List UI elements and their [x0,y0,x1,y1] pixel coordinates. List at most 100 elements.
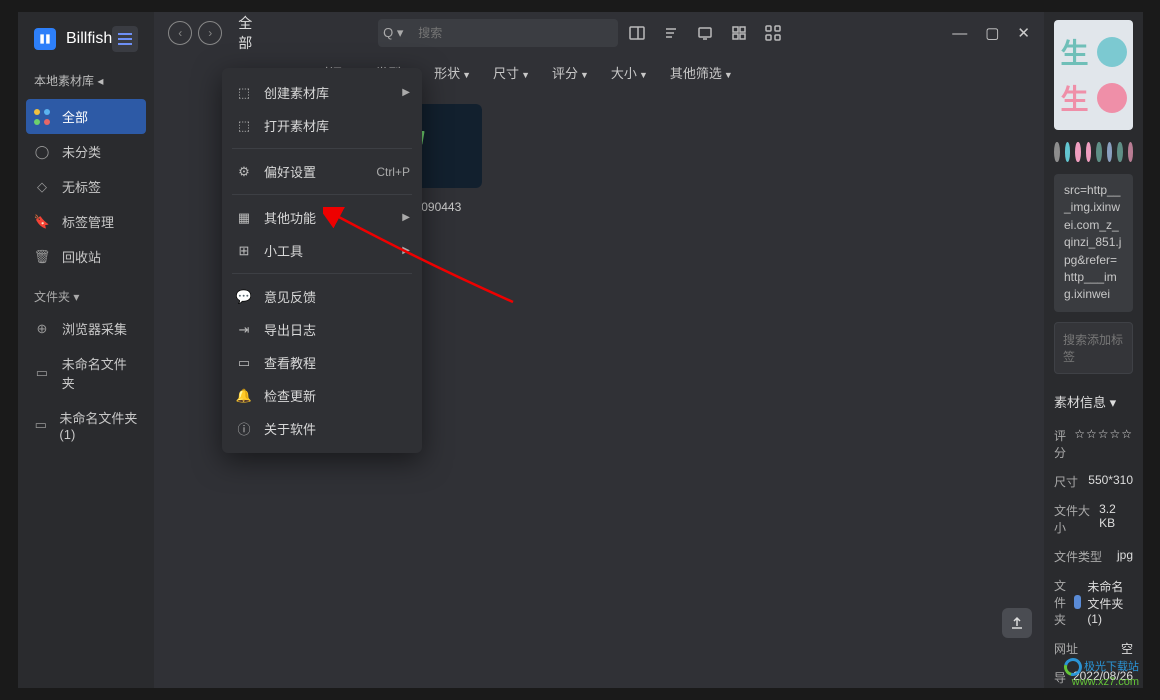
folder-icon: ▭ [34,417,47,433]
app-logo [34,28,56,50]
folder-icon: ▭ [34,365,50,381]
menu-tools[interactable]: ⊞小工具▶ [222,234,422,267]
search-scope-button[interactable]: Q ▾ [378,19,408,47]
all-icon [34,109,50,125]
menu-check-update[interactable]: 🔔检查更新 [222,379,422,412]
sidebar-item-trash[interactable]: 🗑 回收站 [18,239,154,274]
watermark: 极光下载站 www.xz7.com [1064,658,1139,688]
sidebar-folder-unnamed-1[interactable]: ▭ 未命名文件夹(1) [18,400,154,450]
menu-separator [232,194,412,195]
app-name: Billfish [66,30,112,48]
color-swatch[interactable] [1075,142,1081,162]
filter-other[interactable]: 其他筛选▼ [670,63,733,82]
folder-chip-icon [1074,595,1081,609]
color-swatch[interactable] [1054,142,1060,162]
rating-stars[interactable]: ☆☆☆☆☆ [1074,427,1133,461]
menu-export-log[interactable]: ⇥导出日志 [222,313,422,346]
menu-other-features[interactable]: ▦其他功能▶ [222,201,422,234]
untagged-icon: ◇ [34,179,50,195]
chevron-right-icon: ▶ [402,212,410,223]
nav-back-button[interactable]: ‹ [168,21,192,45]
info-header[interactable]: 素材信息 ▾ [1054,392,1133,411]
sidebar-folder-label: 未命名文件夹 [62,354,139,392]
menu-separator [232,148,412,149]
menu-open-library[interactable]: ⬚打开素材库 [222,109,422,142]
sidebar-folder-label: 浏览器采集 [62,319,127,338]
color-swatch[interactable] [1065,142,1071,162]
sidebar-folder-label: 未命名文件夹(1) [59,408,138,442]
inspector-panel: 生 生 src=http___img.ixinwei.com_z_qinzi_8… [1044,12,1143,688]
chat-icon: 💬 [236,289,252,305]
color-swatch[interactable] [1107,142,1113,162]
info-folder: 文件夹未命名文件夹(1) [1054,571,1133,634]
chevron-right-icon: ▶ [402,87,410,98]
menu-separator [232,273,412,274]
nav-forward-button[interactable]: › [198,21,222,45]
folders-section-label[interactable]: 文件夹 ▾ [18,274,154,311]
sidebar-item-label: 回收站 [62,247,101,266]
menu-create-library[interactable]: ⬚创建素材库▶ [222,76,422,109]
filter-shape[interactable]: 形状▼ [434,63,471,82]
info-rating: 评分☆☆☆☆☆ [1054,421,1133,467]
grid-view-icon[interactable] [730,24,748,42]
sidebar-folder-browser[interactable]: ⊕ 浏览器采集 [18,311,154,346]
grid-icon: ▦ [236,210,252,226]
sidebar-item-label: 未分类 [62,142,101,161]
hamburger-dropdown-menu: ⬚创建素材库▶ ⬚打开素材库 ⚙偏好设置Ctrl+P ▦其他功能▶ ⊞小工具▶ … [222,68,422,453]
preview-icon-1 [1097,37,1127,67]
color-swatch[interactable] [1128,142,1134,162]
filter-rating[interactable]: 评分▼ [552,63,589,82]
panel-toggle-icon[interactable] [628,24,646,42]
color-swatch[interactable] [1096,142,1102,162]
apps-icon[interactable] [764,24,782,42]
color-swatches [1054,142,1133,162]
tag-icon: 🔖 [34,214,50,230]
preview-icon-2 [1097,83,1127,113]
sidebar-item-label: 标签管理 [62,212,114,231]
sidebar-item-tags[interactable]: 🔖 标签管理 [18,204,154,239]
trash-icon: 🗑 [34,249,50,265]
window-close-button[interactable]: ✕ [1017,24,1030,42]
menu-about[interactable]: ⓘ关于软件 [222,412,422,445]
chevron-right-icon: ▶ [402,245,410,256]
export-icon: ⇥ [236,322,252,338]
filter-size[interactable]: 尺寸▼ [493,63,530,82]
search-input[interactable] [408,19,618,47]
filter-filesize[interactable]: 大小▼ [611,63,648,82]
window-maximize-button[interactable]: ▢ [985,24,999,42]
sidebar-folder-unnamed[interactable]: ▭ 未命名文件夹 [18,346,154,400]
tag-input[interactable]: 搜索添加标签 [1054,322,1133,374]
bell-icon: 🔔 [236,388,252,404]
gear-icon: ⚙ [236,164,252,180]
cube-icon: ⬚ [236,85,252,101]
info-filesize: 文件大小3.2 KB [1054,496,1133,542]
sidebar-item-untagged[interactable]: ◇ 无标签 [18,169,154,204]
sidebar-item-label: 无标签 [62,177,101,196]
sidebar-item-label: 全部 [62,107,88,126]
hamburger-menu-button[interactable] [112,26,138,52]
sidebar-item-uncategorized[interactable]: ◯ 未分类 [18,134,154,169]
display-icon[interactable] [696,24,714,42]
preview-image: 生 生 [1054,20,1133,130]
sidebar-item-all[interactable]: 全部 [26,99,146,134]
color-swatch[interactable] [1117,142,1123,162]
menu-feedback[interactable]: 💬意见反馈 [222,280,422,313]
book-icon: ▭ [236,355,252,371]
info-icon: ⓘ [236,419,252,438]
export-float-button[interactable] [1002,608,1032,638]
breadcrumb: 全部 [238,13,252,53]
color-swatch[interactable] [1086,142,1092,162]
window-minimize-button[interactable]: — [952,25,967,42]
cube-icon: ⬚ [236,118,252,134]
plus-square-icon: ⊞ [236,243,252,259]
library-selector[interactable]: 本地素材库 ◂ [18,62,154,99]
uncategorized-icon: ◯ [34,144,50,160]
info-dimensions: 尺寸550*310 [1054,467,1133,496]
top-toolbar: ‹ › 全部 Q ▾ — ▢ ✕ [154,12,1044,54]
filename-text[interactable]: src=http___img.ixinwei.com_z_qinzi_851.j… [1054,174,1133,312]
info-filetype: 文件类型jpg [1054,542,1133,571]
menu-tutorial[interactable]: ▭查看教程 [222,346,422,379]
brand-row: Billfish [18,20,154,62]
menu-preferences[interactable]: ⚙偏好设置Ctrl+P [222,155,422,188]
sort-icon[interactable] [662,24,680,42]
